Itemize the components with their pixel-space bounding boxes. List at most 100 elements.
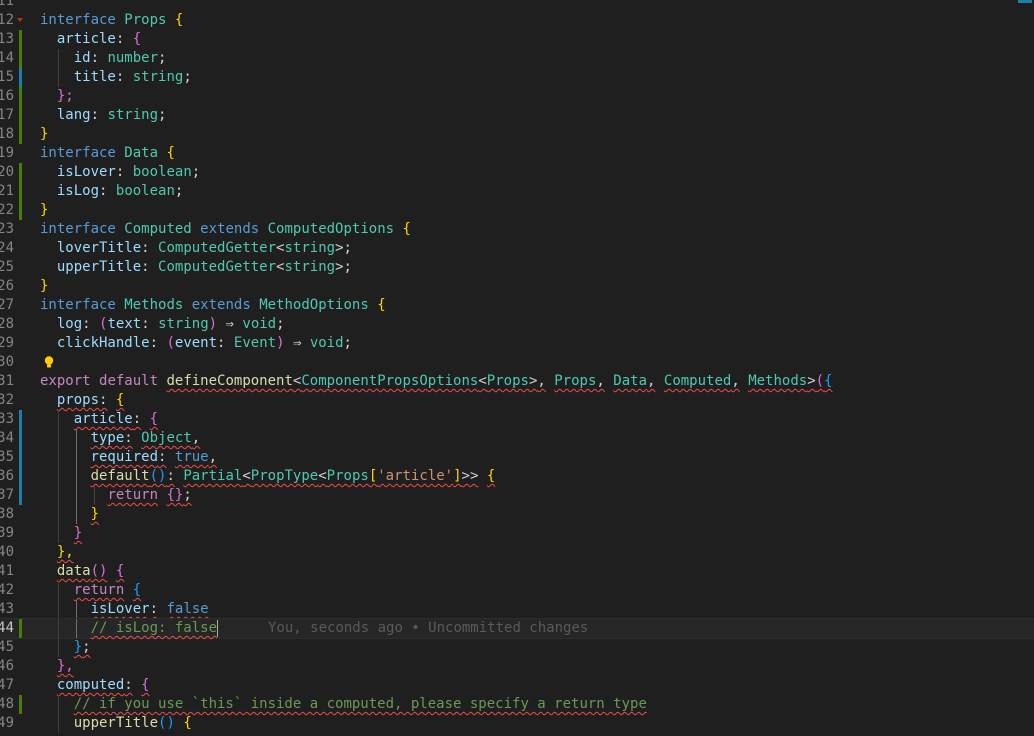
modified-line-indicator[interactable] xyxy=(19,467,22,486)
modified-line-indicator[interactable] xyxy=(19,486,22,505)
modified-line-indicator[interactable] xyxy=(19,429,22,448)
code-text: }, xyxy=(40,543,74,562)
code-line[interactable]: 21 isLog: boolean; xyxy=(0,182,1034,201)
line-number: 15 xyxy=(0,69,14,85)
line-number: 41 xyxy=(0,563,14,579)
code-text: article: { xyxy=(40,30,141,49)
code-text: isLover: boolean; xyxy=(40,163,200,182)
code-line[interactable]: 44 // isLog: false You, seconds ago • Unc… xyxy=(0,618,1034,639)
lightbulb-icon[interactable] xyxy=(42,355,56,369)
code-line[interactable]: 38 } xyxy=(0,505,1034,524)
added-line-indicator[interactable] xyxy=(19,619,22,638)
code-token: Props xyxy=(486,373,529,389)
code-token: props xyxy=(56,392,100,408)
code-token: : xyxy=(124,677,133,693)
code-token: { xyxy=(132,582,142,598)
code-token: } xyxy=(40,278,49,294)
added-line-indicator[interactable] xyxy=(19,163,22,182)
code-text: interface Methods extends MethodOptions … xyxy=(40,296,386,315)
code-line[interactable]: 11 xyxy=(0,0,1034,11)
added-line-indicator[interactable] xyxy=(19,182,22,201)
code-token: type xyxy=(90,430,125,446)
code-token: article xyxy=(73,411,133,427)
code-line[interactable]: 24 loverTitle: ComputedGetter<string>; xyxy=(0,239,1034,258)
code-line[interactable]: 18} xyxy=(0,125,1034,144)
code-line[interactable]: 40 }, xyxy=(0,543,1034,562)
code-line[interactable]: 35 required: true, xyxy=(0,448,1034,467)
code-token: 'article' xyxy=(377,468,454,484)
code-line[interactable]: 14 id: number; xyxy=(0,49,1034,68)
code-line[interactable]: 17 lang: string; xyxy=(0,106,1034,125)
code-line[interactable]: 41 data() { xyxy=(0,562,1034,581)
code-editor[interactable]: 11 12 interface Props {13 article: {14 id:… xyxy=(0,0,1034,736)
code-line[interactable]: 26} xyxy=(0,277,1034,296)
modified-line-indicator[interactable] xyxy=(19,448,22,467)
added-line-indicator[interactable] xyxy=(19,695,22,714)
code-line[interactable]: 23 interface Computed extends ComputedOpt… xyxy=(0,220,1034,239)
code-token: Methods xyxy=(748,373,808,389)
code-line[interactable]: 33 article: { xyxy=(0,410,1034,429)
code-token: ; xyxy=(174,183,184,199)
code-line[interactable]: 15 title: string; xyxy=(0,68,1034,87)
code-line[interactable]: 13 article: { xyxy=(0,30,1034,49)
added-line-indicator[interactable] xyxy=(19,30,22,49)
code-line[interactable]: 30 xyxy=(0,353,1034,372)
code-line[interactable]: 28 log: (text: string) ⇒ void; xyxy=(0,315,1034,334)
code-token: Data xyxy=(613,373,648,389)
code-token: ; xyxy=(343,335,352,351)
added-line-indicator[interactable] xyxy=(19,106,22,125)
added-line-indicator[interactable] xyxy=(19,125,22,144)
code-text: upperTitle: ComputedGetter<string>; xyxy=(40,258,352,277)
line-number: 25 xyxy=(0,259,14,275)
code-line[interactable]: 29 clickHandle: (event: Event) ⇒ void; xyxy=(0,334,1034,353)
code-line[interactable]: 19 interface Data { xyxy=(0,144,1034,163)
code-line[interactable]: 48 // if you use `this` inside a compute… xyxy=(0,695,1034,714)
code-line[interactable]: 37 return {}; xyxy=(0,486,1034,505)
added-line-indicator[interactable] xyxy=(19,49,22,68)
code-token: > xyxy=(807,373,816,389)
line-number: 34 xyxy=(0,430,14,446)
code-line[interactable]: 32 props: { xyxy=(0,391,1034,410)
code-line[interactable]: 43 isLover: false xyxy=(0,600,1034,619)
line-number: 12 xyxy=(0,12,14,28)
code-token: clickHandle xyxy=(56,335,150,351)
code-line[interactable]: 36 default(): Partial<PropType<Props['ar… xyxy=(0,467,1034,486)
code-text: title: string; xyxy=(40,68,192,87)
code-line[interactable]: 39 } xyxy=(0,524,1034,543)
line-number: 19 xyxy=(0,145,14,161)
code-text: }, xyxy=(40,657,74,676)
added-line-indicator[interactable] xyxy=(19,201,22,220)
modified-line-indicator[interactable] xyxy=(19,410,22,429)
code-token: : xyxy=(141,316,150,332)
code-line[interactable]: 25 upperTitle: ComputedGetter<string>; xyxy=(0,258,1034,277)
code-token: : xyxy=(82,316,91,332)
line-number: 46 xyxy=(0,658,14,674)
code-line[interactable]: 16 }; xyxy=(0,87,1034,106)
code-token: { xyxy=(166,145,175,161)
code-line[interactable]: 47 computed: { xyxy=(0,676,1034,695)
code-token: Props xyxy=(124,12,167,28)
line-number: 26 xyxy=(0,278,14,294)
line-number: 20 xyxy=(0,164,14,180)
code-line[interactable]: 12 interface Props { xyxy=(0,11,1034,30)
code-line[interactable]: 22} xyxy=(0,201,1034,220)
code-line[interactable]: 45 }; xyxy=(0,638,1034,657)
code-text: } xyxy=(40,125,48,144)
code-line[interactable]: 49 upperTitle() { xyxy=(0,714,1034,733)
code-token: PropType xyxy=(250,468,319,484)
code-line[interactable]: 42 return { xyxy=(0,581,1034,600)
code-token: : xyxy=(124,430,133,446)
code-token: lang xyxy=(56,107,91,123)
code-token: ComputedGetter xyxy=(158,259,277,275)
added-line-indicator[interactable] xyxy=(19,87,22,106)
code-line[interactable]: 34 type: Object, xyxy=(0,429,1034,448)
code-token: isLover xyxy=(90,601,150,617)
code-line[interactable]: 27 interface Methods extends MethodOption… xyxy=(0,296,1034,315)
code-line[interactable]: 20 isLover: boolean; xyxy=(0,163,1034,182)
code-line[interactable]: 31 export default defineComponent <Compone… xyxy=(0,372,1034,391)
deleted-line-indicator[interactable] xyxy=(17,18,23,22)
code-token: } xyxy=(90,506,100,522)
modified-line-indicator[interactable] xyxy=(19,68,22,87)
scrollbar-change-marker[interactable] xyxy=(1018,0,1032,3)
code-line[interactable]: 46 }, xyxy=(0,657,1034,676)
